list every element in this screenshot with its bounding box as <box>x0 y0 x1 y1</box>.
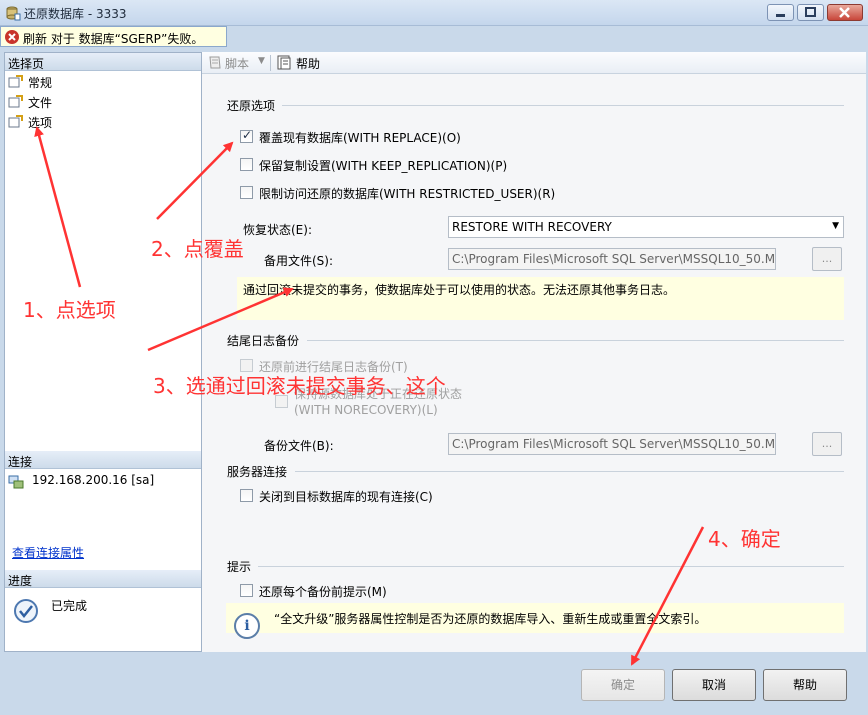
close-icon <box>839 7 850 18</box>
cancel-button[interactable]: 取消 <box>672 669 756 701</box>
window-title: 还原数据库 - 3333 <box>24 7 127 21</box>
standby-file-field[interactable]: C:\Program Files\Microsoft SQL Server\MS… <box>448 248 776 270</box>
toolbar: 脚本 ▼ 帮助 <box>202 52 866 74</box>
progress-header: 进度 <box>5 570 201 588</box>
ok-button[interactable]: 确定 <box>581 669 665 701</box>
left-pane: 选择页 常规 文件 选项 连接 192.168.200.16 [sa] 查看连接… <box>4 52 202 652</box>
annotation-step2: 2、点覆盖 <box>151 237 244 261</box>
error-banner: 刷新 对于 数据库“SGERP”失败。 <box>0 26 227 47</box>
overwrite-checkbox[interactable] <box>240 128 253 143</box>
prompt-before-label: 还原每个备份前提示(M) <box>259 585 387 599</box>
error-icon <box>5 30 19 44</box>
overwrite-label: 覆盖现有数据库(WITH REPLACE)(O) <box>259 131 461 145</box>
backup-file-browse-button[interactable]: ... <box>812 432 842 456</box>
standby-file-label: 备用文件(S): <box>264 254 334 268</box>
close-connections-label: 关闭到目标数据库的现有连接(C) <box>259 490 433 504</box>
connection-header: 连接 <box>5 451 201 469</box>
restore-database-icon <box>6 6 21 21</box>
prompt-title: 提示 <box>227 560 252 574</box>
backup-file-label: 备份文件(B): <box>264 439 334 453</box>
prompt-before-checkbox[interactable] <box>240 584 253 597</box>
error-message: 刷新 对于 数据库“SGERP”失败。 <box>23 32 204 46</box>
connection-value: 192.168.200.16 [sa] <box>32 473 155 487</box>
view-connection-properties-link[interactable]: 查看连接属性 <box>12 544 84 561</box>
server-connections-title: 服务器连接 <box>227 465 288 479</box>
keep-replication-checkbox[interactable] <box>240 158 253 171</box>
annotation-step3: 3、选通过回滚未提交事务、这个 <box>153 374 446 398</box>
info-icon: i <box>234 613 260 639</box>
page-icon <box>8 75 23 88</box>
help-toolbar-button[interactable]: 帮助 <box>296 55 320 72</box>
page-icon <box>8 115 23 128</box>
restore-options-divider <box>282 105 844 106</box>
restore-options-title: 还原选项 <box>227 99 276 113</box>
title-bar: 还原数据库 - 3333 <box>0 0 868 26</box>
close-connections-checkbox[interactable] <box>240 489 253 502</box>
close-button[interactable] <box>827 4 863 21</box>
nav-label-files: 文件 <box>28 96 53 110</box>
nav-label-options: 选项 <box>28 116 53 130</box>
server-connection-icon <box>8 475 24 489</box>
leave-restoring-label-2: (WITH NORECOVERY)(L) <box>294 403 438 417</box>
backup-file-field[interactable]: C:\Program Files\Microsoft SQL Server\MS… <box>448 433 776 455</box>
tail-log-divider <box>307 340 844 341</box>
restricted-user-label: 限制访问还原的数据库(WITH RESTRICTED_USER)(R) <box>259 187 556 201</box>
annotation-step1: 1、点选项 <box>23 298 116 322</box>
server-connections-divider <box>295 471 844 472</box>
fulltext-info-note: i “全文升级”服务器属性控制是否为还原的数据库导入、重新生成或重置全文索引。 <box>226 603 844 639</box>
minimize-button[interactable] <box>767 4 794 21</box>
recovery-state-select[interactable]: RESTORE WITH RECOVERY ▼ <box>448 216 844 238</box>
restricted-user-checkbox[interactable] <box>240 186 253 199</box>
script-icon <box>209 56 221 69</box>
minimize-icon <box>776 14 785 17</box>
annotation-step4: 4、确定 <box>708 527 781 551</box>
help-icon <box>277 55 291 70</box>
page-icon <box>8 95 23 108</box>
maximize-icon <box>805 7 816 17</box>
chevron-down-icon: ▼ <box>832 221 839 231</box>
help-button[interactable]: 帮助 <box>763 669 847 701</box>
standby-file-browse-button[interactable]: ... <box>812 247 842 271</box>
recovery-description: 通过回滚未提交的事务，使数据库处于可以使用的状态。无法还原其他事务日志。 <box>237 277 844 320</box>
maximize-button[interactable] <box>797 4 824 21</box>
script-dropdown-icon[interactable]: ▼ <box>258 56 265 66</box>
script-button[interactable]: 脚本 <box>225 55 249 72</box>
recovery-state-label: 恢复状态(E): <box>243 223 312 237</box>
fulltext-info-text: “全文升级”服务器属性控制是否为还原的数据库导入、重新生成或重置全文索引。 <box>274 612 707 626</box>
toolbar-separator <box>270 55 271 71</box>
select-page-header: 选择页 <box>5 53 201 71</box>
keep-replication-label: 保留复制设置(WITH KEEP_REPLICATION)(P) <box>259 159 508 173</box>
nav-label-general: 常规 <box>28 76 53 90</box>
recovery-state-value: RESTORE WITH RECOVERY <box>452 220 612 234</box>
prompt-divider <box>258 566 844 567</box>
tail-log-title: 结尾日志备份 <box>227 334 300 348</box>
progress-status: 已完成 <box>51 599 88 613</box>
completed-check-icon <box>14 599 38 623</box>
